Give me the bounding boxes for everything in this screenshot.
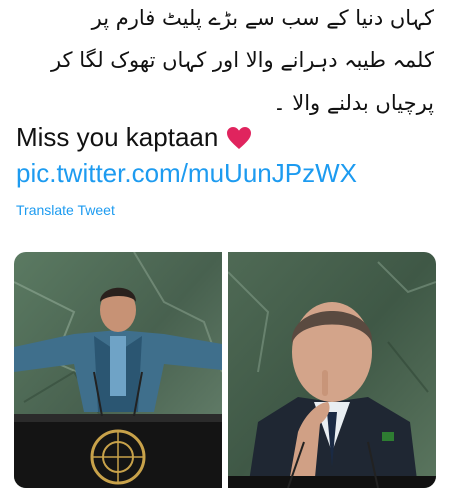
red-heart-icon [226,126,252,150]
tweet-text-line-3: پرچیاں بدلنے والا ۔ [273,91,434,115]
translate-tweet-button[interactable]: Translate Tweet [16,202,115,218]
tweet-text-line-2: کلمہ طیبہ دہرانے والا اور کہاں تھوک لگا … [50,48,434,72]
tweet-text-line-1: کہاں دنیا کے سب سے بڑے پلیٹ فارم پر [91,6,434,30]
tweet-media-link[interactable]: pic.twitter.com/muUunJPzWX [16,158,357,189]
miss-you-line: Miss you kaptaan [16,122,252,153]
miss-you-text: Miss you kaptaan [16,122,219,152]
media-image-left[interactable] [14,252,222,488]
media-image-right[interactable] [228,252,436,488]
